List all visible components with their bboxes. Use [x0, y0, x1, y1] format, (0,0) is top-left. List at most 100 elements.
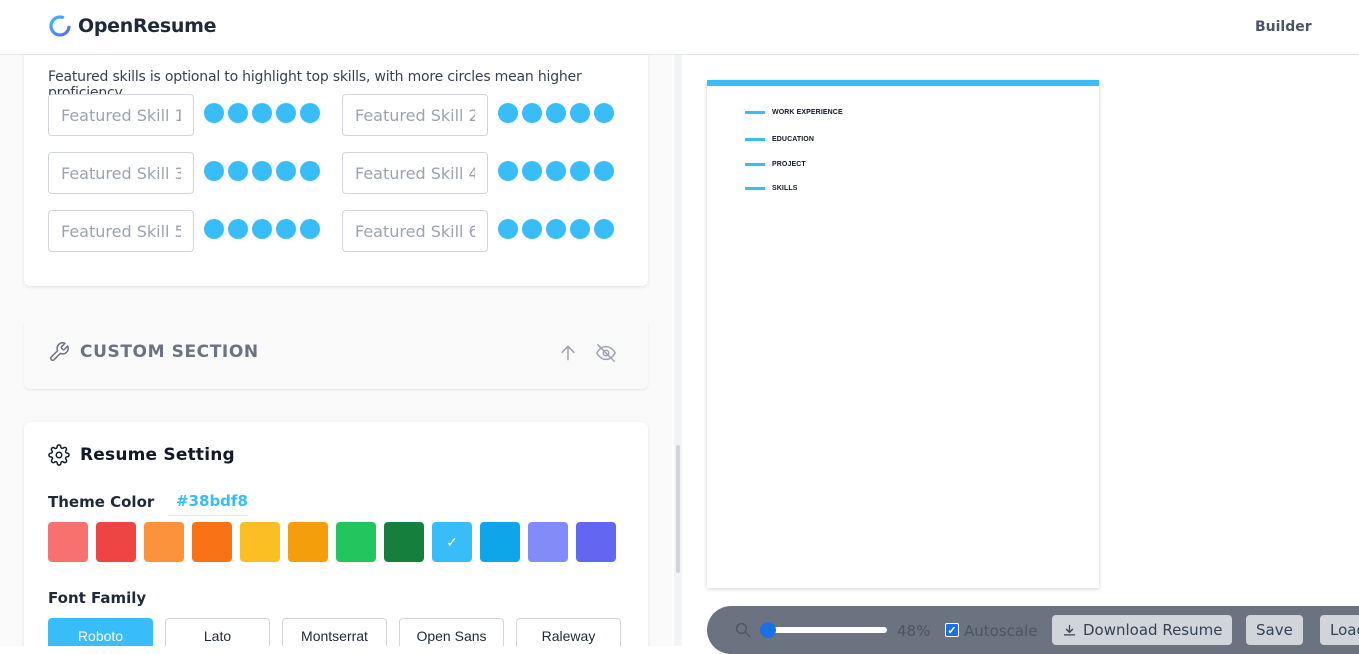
featured-skill-2-rating[interactable]: [498, 103, 614, 123]
rating-circle[interactable]: [300, 219, 320, 239]
load-button[interactable]: Load: [1320, 615, 1359, 645]
rating-circle[interactable]: [252, 219, 272, 239]
font-family-label: Font Family: [48, 589, 147, 607]
magnifier-icon: [735, 622, 751, 638]
theme-color-swatch[interactable]: [144, 522, 184, 562]
custom-section-card: CUSTOM SECTION: [24, 319, 648, 389]
arrow-up-icon: [561, 345, 575, 361]
featured-skill-4-rating[interactable]: [498, 161, 614, 181]
font-option-button[interactable]: Open Sans: [399, 618, 504, 646]
theme-color-swatch[interactable]: [240, 522, 280, 562]
brand-logo[interactable]: OpenResume: [48, 14, 217, 38]
preview-toolbar: 48% ✓ Autoscale Download Resume Save Loa…: [707, 606, 1359, 654]
wrench-icon: [50, 342, 69, 361]
rating-circle[interactable]: [276, 161, 296, 181]
font-family-options: Roboto Lato Montserrat Open Sans Raleway: [48, 618, 621, 646]
resume-form-panel: Featured skills is optional to highlight…: [0, 55, 672, 646]
rating-circle[interactable]: [522, 103, 542, 123]
theme-color-swatch[interactable]: [480, 522, 520, 562]
rating-circle[interactable]: [204, 161, 224, 181]
rating-circle[interactable]: [522, 161, 542, 181]
rating-circle[interactable]: [594, 161, 614, 181]
save-button[interactable]: Save: [1246, 615, 1303, 645]
section-dash: [745, 163, 765, 166]
rating-circle[interactable]: [498, 161, 518, 181]
zoom-slider-thumb[interactable]: [760, 622, 776, 638]
featured-skill-3-rating[interactable]: [204, 161, 320, 181]
rating-circle[interactable]: [498, 103, 518, 123]
logo-icon: [49, 15, 71, 37]
eye-slash-icon: [596, 344, 616, 362]
resume-page: WORK EXPERIENCE EDUCATION PROJECT SKILLS: [707, 80, 1099, 588]
rating-circle[interactable]: [300, 103, 320, 123]
zoom-slider-track[interactable]: [765, 627, 887, 633]
rating-circle[interactable]: [228, 103, 248, 123]
download-resume-button[interactable]: Download Resume: [1052, 615, 1233, 645]
font-option-button[interactable]: Lato: [165, 618, 270, 646]
rating-circle[interactable]: [276, 219, 296, 239]
section-dash: [745, 111, 765, 114]
resume-section-work-experience: WORK EXPERIENCE: [745, 109, 843, 116]
section-heading: SKILLS: [772, 185, 798, 192]
theme-color-swatch[interactable]: [336, 522, 376, 562]
font-option-button[interactable]: Montserrat: [282, 618, 387, 646]
rating-circle[interactable]: [594, 219, 614, 239]
toggle-visibility-button[interactable]: [594, 341, 618, 365]
rating-circle[interactable]: [498, 219, 518, 239]
featured-skill-1-rating[interactable]: [204, 103, 320, 123]
featured-skill-3-input[interactable]: [48, 152, 194, 194]
load-label: Load: [1330, 621, 1359, 639]
nav-link-builder[interactable]: Builder: [1255, 19, 1312, 35]
rating-circle[interactable]: [594, 103, 614, 123]
featured-skill-1-input[interactable]: [48, 94, 194, 136]
featured-skill-2-input[interactable]: [342, 94, 488, 136]
theme-color-swatch[interactable]: [384, 522, 424, 562]
top-navbar: OpenResume Builder: [0, 0, 1359, 55]
featured-skill-5-rating[interactable]: [204, 219, 320, 239]
section-heading: EDUCATION: [772, 136, 814, 143]
rating-circle[interactable]: [570, 103, 590, 123]
rating-circle[interactable]: [204, 219, 224, 239]
rating-circle[interactable]: [570, 161, 590, 181]
resume-setting-header: Resume Setting: [48, 444, 235, 466]
brand-name: OpenResume: [78, 15, 217, 37]
font-option-button[interactable]: Raleway: [516, 618, 621, 646]
theme-color-swatch[interactable]: [288, 522, 328, 562]
download-resume-label: Download Resume: [1083, 621, 1223, 639]
move-up-button[interactable]: [556, 341, 580, 365]
zoom-value: 48%: [897, 622, 931, 640]
custom-section-header: CUSTOM SECTION: [48, 341, 259, 363]
rating-circle[interactable]: [570, 219, 590, 239]
check-icon: ✓: [446, 533, 458, 550]
resume-section-education: EDUCATION: [745, 136, 814, 143]
rating-circle[interactable]: [546, 219, 566, 239]
rating-circle[interactable]: [228, 161, 248, 181]
section-dash: [745, 187, 765, 190]
theme-color-swatch[interactable]: [192, 522, 232, 562]
rating-circle[interactable]: [252, 103, 272, 123]
autoscale-label[interactable]: Autoscale: [964, 622, 1037, 640]
featured-skill-4-input[interactable]: [342, 152, 488, 194]
custom-section-title: CUSTOM SECTION: [80, 342, 259, 362]
rating-circle[interactable]: [546, 103, 566, 123]
autoscale-checkbox[interactable]: ✓: [945, 623, 959, 637]
featured-skill-6-input[interactable]: [342, 210, 488, 252]
theme-color-swatch[interactable]: ✓: [432, 522, 472, 562]
rating-circle[interactable]: [276, 103, 296, 123]
rating-circle[interactable]: [522, 219, 542, 239]
section-heading: PROJECT: [772, 161, 806, 168]
theme-color-input[interactable]: #38bdf8: [168, 492, 248, 516]
theme-color-swatch[interactable]: [576, 522, 616, 562]
rating-circle[interactable]: [546, 161, 566, 181]
theme-color-swatch[interactable]: [528, 522, 568, 562]
rating-circle[interactable]: [300, 161, 320, 181]
theme-color-swatch[interactable]: [96, 522, 136, 562]
rating-circle[interactable]: [204, 103, 224, 123]
theme-color-swatch[interactable]: [48, 522, 88, 562]
scrollbar-thumb[interactable]: [676, 445, 680, 573]
font-option-button[interactable]: Roboto: [48, 618, 153, 646]
featured-skill-5-input[interactable]: [48, 210, 194, 252]
rating-circle[interactable]: [228, 219, 248, 239]
rating-circle[interactable]: [252, 161, 272, 181]
featured-skill-6-rating[interactable]: [498, 219, 614, 239]
